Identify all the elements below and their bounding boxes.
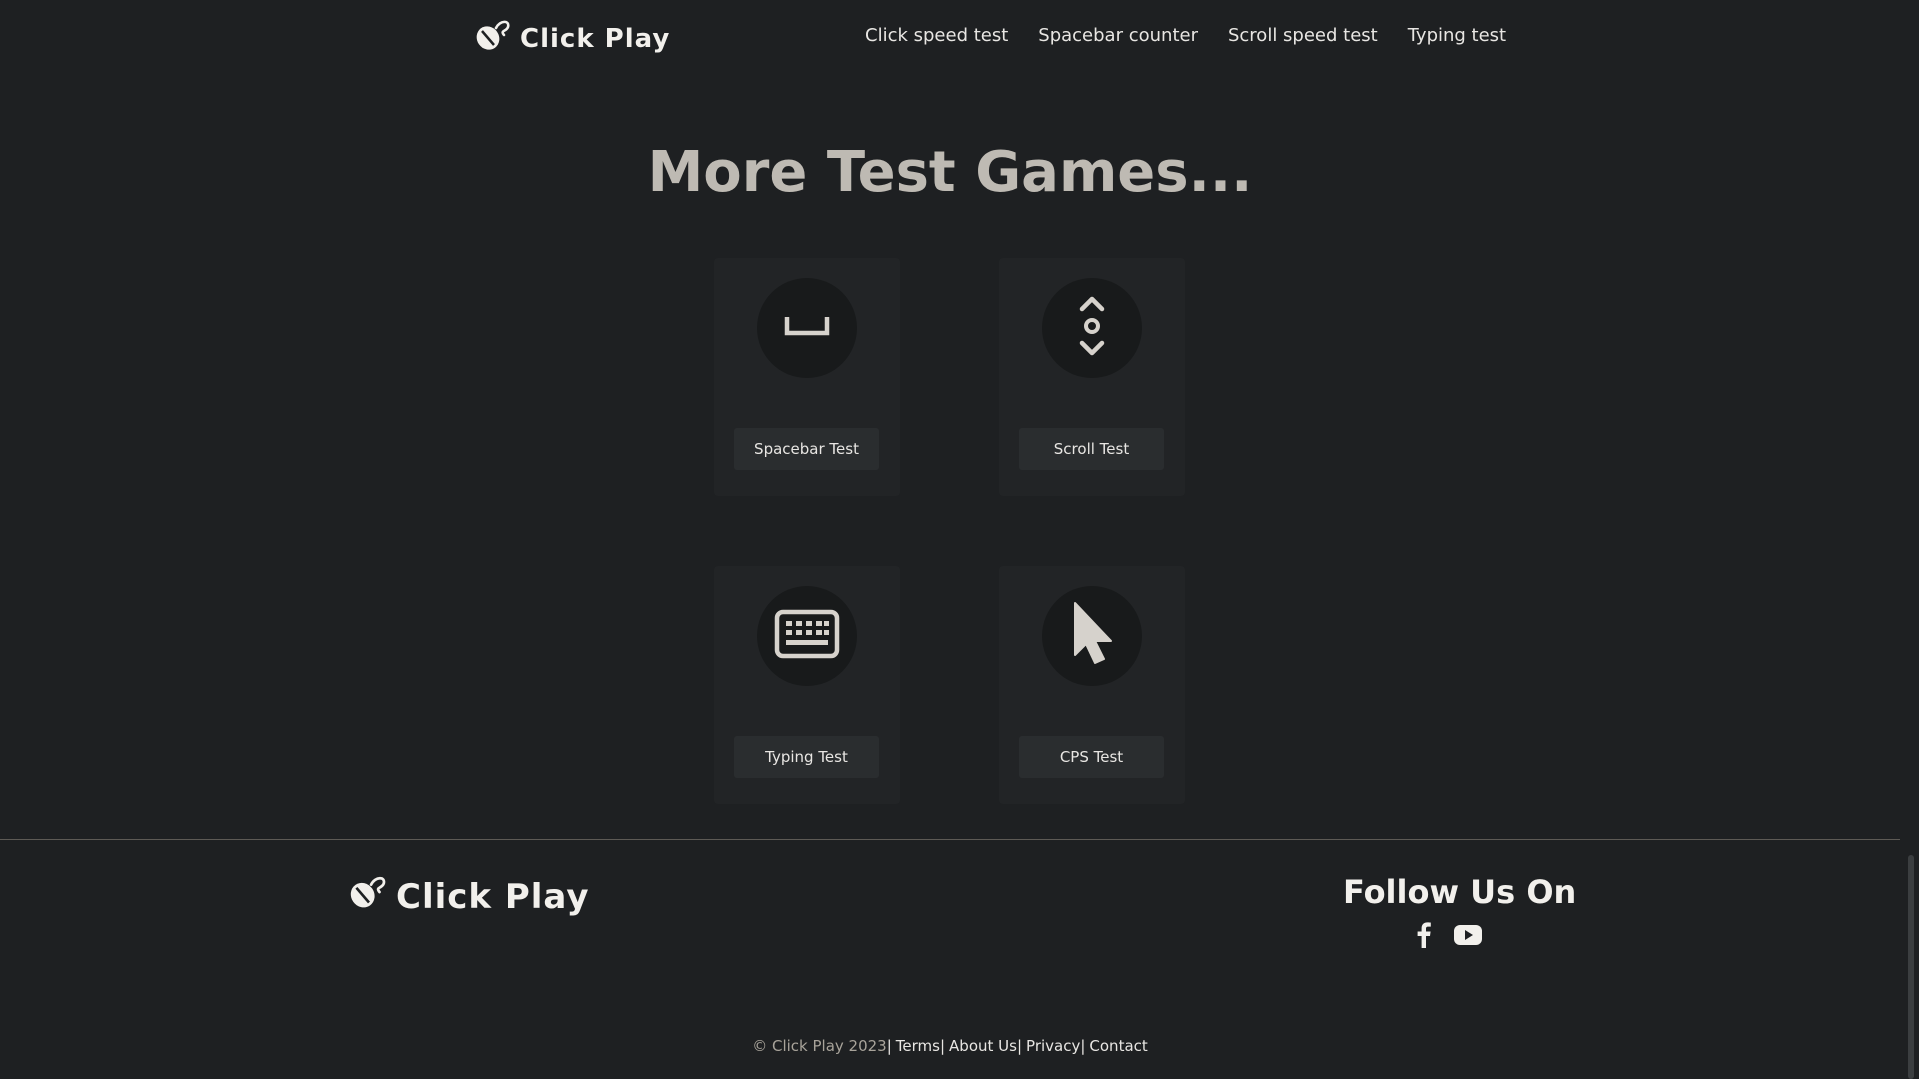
scroll-test-button[interactable]: Scroll Test <box>1019 428 1164 470</box>
nav-link-scroll-speed-test[interactable]: Scroll speed test <box>1228 25 1378 46</box>
header-logo-text: Click Play <box>520 23 671 54</box>
header-logo[interactable]: Click Play <box>474 18 670 59</box>
footer-logo-text: Click Play <box>396 876 590 917</box>
link-separator: | <box>1080 1037 1086 1055</box>
footer-divider <box>0 839 1900 840</box>
keyboard-icon <box>774 609 840 663</box>
copyright-text: © Click Play 2023 <box>752 1037 887 1055</box>
game-card-typing[interactable]: Typing Test <box>714 566 900 804</box>
scrollbar-thumb[interactable] <box>1908 855 1914 1079</box>
link-separator: | <box>939 1037 946 1055</box>
spacebar-icon <box>783 314 831 342</box>
facebook-icon <box>1416 922 1432 952</box>
main-nav: Click speed test Spacebar counter Scroll… <box>865 25 1506 46</box>
card-icon-circle <box>1042 586 1142 686</box>
page-scrollbar[interactable] <box>1900 0 1919 1079</box>
nav-link-spacebar-counter[interactable]: Spacebar counter <box>1038 25 1198 46</box>
cursor-icon <box>1067 599 1117 673</box>
card-icon-circle <box>757 586 857 686</box>
facebook-link[interactable] <box>1409 922 1439 952</box>
footer-logo[interactable]: Click Play <box>348 874 590 919</box>
footer-link-privacy[interactable]: Privacy <box>1026 1037 1080 1055</box>
link-separator: | <box>886 1037 892 1055</box>
card-icon-circle <box>757 278 857 378</box>
site-header: Click Play Click speed test Spacebar cou… <box>0 0 1900 76</box>
footer-link-contact[interactable]: Contact <box>1089 1037 1147 1055</box>
footer-link-about-us[interactable]: About Us <box>949 1037 1017 1055</box>
scroll-icon <box>1077 294 1107 362</box>
footer-link-terms[interactable]: Terms <box>896 1037 940 1055</box>
typing-test-button[interactable]: Typing Test <box>734 736 879 778</box>
youtube-icon <box>1454 925 1482 949</box>
youtube-link[interactable] <box>1453 922 1483 952</box>
nav-link-click-speed-test[interactable]: Click speed test <box>865 25 1008 46</box>
game-card-scroll[interactable]: Scroll Test <box>999 258 1185 496</box>
card-icon-circle <box>1042 278 1142 378</box>
link-separator: | <box>1016 1037 1023 1055</box>
copyright-line: © Click Play 2023| Terms| About Us| Privacy… <box>0 1037 1900 1055</box>
spacebar-test-button[interactable]: Spacebar Test <box>734 428 879 470</box>
page: Click Play Click speed test Spacebar cou… <box>0 0 1919 1079</box>
nav-link-typing-test[interactable]: Typing test <box>1408 25 1506 46</box>
follow-us-title: Follow Us On <box>1343 873 1577 911</box>
game-card-cps[interactable]: CPS Test <box>999 566 1185 804</box>
cps-test-button[interactable]: CPS Test <box>1019 736 1164 778</box>
mouse-logo-icon <box>348 874 390 919</box>
section-title: More Test Games... <box>647 140 1253 205</box>
mouse-logo-icon <box>474 18 514 59</box>
game-card-spacebar[interactable]: Spacebar Test <box>714 258 900 496</box>
